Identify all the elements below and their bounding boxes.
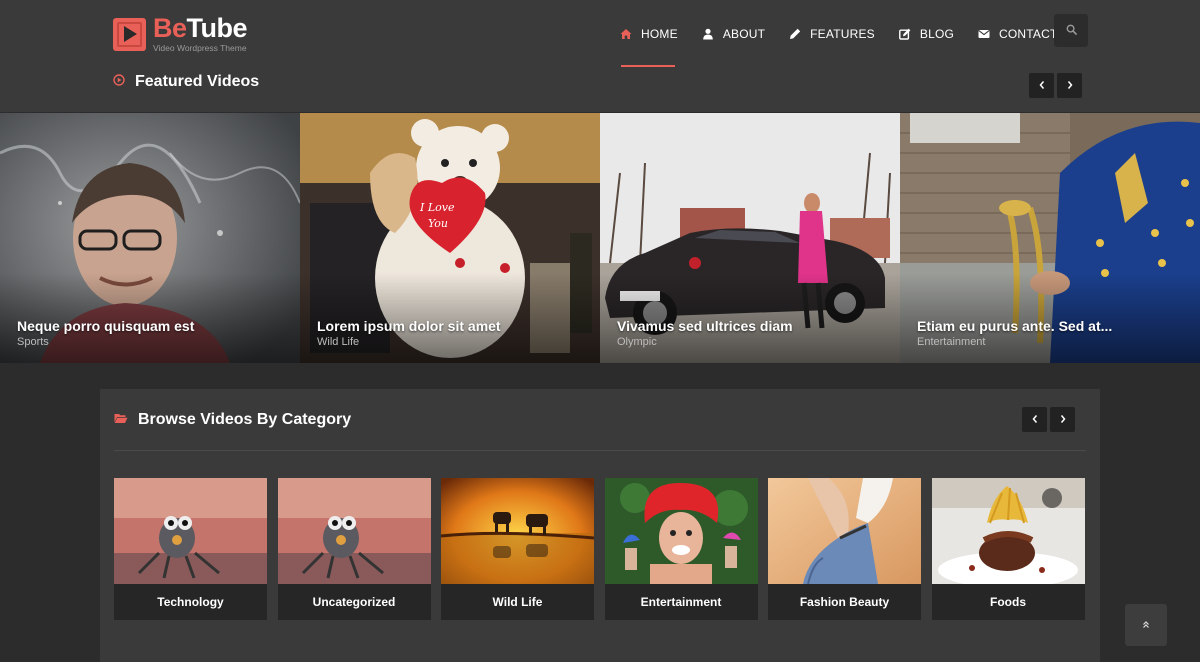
category-thumbnail: [768, 478, 921, 584]
featured-video-card[interactable]: Neque porro quisquam est Sports: [0, 113, 300, 363]
browse-carousel-controls: [1019, 407, 1075, 432]
svg-text:You: You: [428, 217, 448, 230]
nav-item-blog[interactable]: BLOG: [898, 26, 955, 42]
browse-title: Browse Videos By Category: [138, 411, 352, 428]
logo-tagline: Video Wordpress Theme: [153, 43, 247, 53]
main-nav: HOME ABOUT FEATURES BLOG CONTACT: [620, 26, 1082, 42]
play-circle-icon: [113, 73, 125, 91]
category-label: Fashion Beauty: [768, 584, 921, 620]
nav-label-home: HOME: [641, 27, 678, 41]
category-label: Technology: [114, 584, 267, 620]
category-thumbnail: [604, 478, 758, 584]
user-icon: [702, 28, 714, 40]
featured-title: Featured Videos: [135, 73, 260, 90]
chevron-left-icon: [1038, 77, 1046, 95]
featured-video-title[interactable]: Vivamus sed ultrices diam: [617, 318, 793, 334]
section-divider: [114, 450, 1086, 451]
nav-active-indicator: [621, 65, 675, 67]
browse-prev-button[interactable]: [1022, 407, 1047, 432]
featured-video-category[interactable]: Sports: [17, 336, 49, 348]
browse-next-button[interactable]: [1050, 407, 1075, 432]
edit-icon: [898, 28, 911, 40]
category-label: Foods: [931, 584, 1085, 620]
category-thumbnail: [441, 478, 594, 584]
featured-next-button[interactable]: [1057, 73, 1082, 98]
browse-categories-section: Browse Videos By Category Technology Unc…: [100, 389, 1100, 662]
category-card-entertainment[interactable]: Entertainment: [604, 478, 758, 620]
scroll-to-top-button[interactable]: [1125, 604, 1167, 646]
folder-open-icon: [114, 411, 128, 429]
featured-video-title[interactable]: Lorem ipsum dolor sit amet: [317, 318, 501, 334]
featured-video-card[interactable]: Vivamus sed ultrices diam Olympic: [600, 113, 900, 363]
category-card-technology[interactable]: Technology: [114, 478, 267, 620]
chevron-right-icon: [1059, 411, 1067, 429]
featured-video-category[interactable]: Entertainment: [917, 336, 985, 348]
featured-video-category[interactable]: Olympic: [617, 336, 657, 348]
category-card-foods[interactable]: Foods: [931, 478, 1085, 620]
featured-video-category[interactable]: Wild Life: [317, 336, 359, 348]
category-label: Uncategorized: [277, 584, 431, 620]
nav-label-features: FEATURES: [810, 27, 875, 41]
home-icon: [620, 28, 632, 40]
svg-text:I Love: I Love: [419, 201, 455, 214]
category-list: Technology Uncategorized Wild Life Enter…: [114, 478, 1095, 620]
nav-item-contact[interactable]: CONTACT: [978, 26, 1058, 42]
nav-label-about: ABOUT: [722, 27, 766, 41]
category-card-wild-life[interactable]: Wild Life: [441, 478, 594, 620]
category-card-fashion-beauty[interactable]: Fashion Beauty: [768, 478, 921, 620]
nav-item-about[interactable]: ABOUT: [702, 26, 765, 42]
category-label: Entertainment: [604, 584, 758, 620]
nav-label-blog: BLOG: [919, 27, 955, 41]
category-thumbnail: [114, 478, 267, 584]
logo-name: BeTube: [153, 13, 248, 43]
pencil-icon: [789, 28, 801, 40]
logo-play-icon: [113, 17, 146, 51]
nav-label-contact: CONTACT: [999, 27, 1058, 41]
browse-heading: Browse Videos By Category: [114, 411, 351, 429]
featured-video-card[interactable]: I Love You Lorem ipsum dolor sit amet Wi…: [300, 113, 600, 363]
category-label: Wild Life: [441, 584, 594, 620]
featured-carousel-controls: [1026, 73, 1082, 98]
site-header: BeTube Video Wordpress Theme HOME ABOUT …: [0, 0, 1200, 112]
featured-videos-strip: Neque porro quisquam est Sports I Love Y…: [0, 113, 1200, 363]
featured-heading: Featured Videos: [113, 73, 259, 91]
featured-video-title[interactable]: Etiam eu purus ante. Sed at...: [917, 318, 1112, 334]
nav-item-home[interactable]: HOME: [620, 26, 678, 42]
search-button[interactable]: [1054, 14, 1088, 47]
search-icon: [1066, 22, 1077, 40]
logo[interactable]: BeTube Video Wordpress Theme: [113, 13, 248, 53]
featured-video-title[interactable]: Neque porro quisquam est: [17, 318, 194, 334]
envelope-icon: [978, 28, 990, 40]
category-thumbnail: [277, 478, 431, 584]
category-thumbnail: [931, 478, 1085, 584]
featured-video-card[interactable]: Etiam eu purus ante. Sed at... Entertain…: [900, 113, 1200, 363]
category-card-uncategorized[interactable]: Uncategorized: [277, 478, 431, 620]
chevron-right-icon: [1066, 77, 1074, 95]
featured-prev-button[interactable]: [1029, 73, 1054, 98]
nav-item-features[interactable]: FEATURES: [789, 26, 875, 42]
chevron-left-icon: [1031, 411, 1039, 429]
double-chevron-up-icon: [1142, 616, 1150, 634]
